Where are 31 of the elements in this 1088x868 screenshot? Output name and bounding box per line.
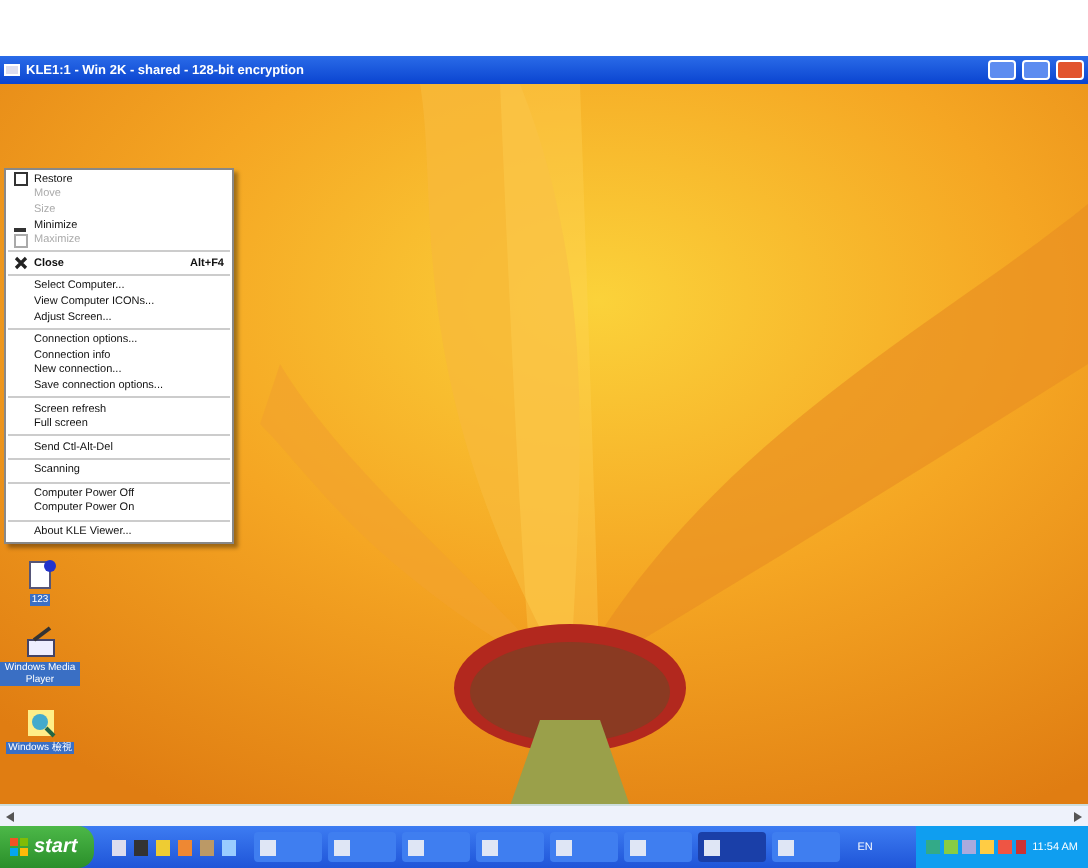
tray-icons-drawing: [926, 838, 1027, 856]
taskbar-button[interactable]: [401, 832, 470, 862]
desktop-icon[interactable]: [23, 626, 57, 660]
window-icon: [481, 839, 498, 855]
scroll-right-icon[interactable]: [1074, 811, 1082, 821]
window-icon: [407, 839, 424, 855]
horizontal-scrollbar[interactable]: [0, 804, 1088, 826]
window-icon: [4, 62, 20, 78]
maximize-icon: [14, 233, 28, 248]
windows-logo-icon: [10, 838, 28, 856]
minimize-button[interactable]: [988, 60, 1016, 80]
window-icon: [629, 839, 646, 855]
desktop-icon[interactable]: [23, 558, 57, 592]
desktop-icon[interactable]: [23, 706, 57, 740]
window-icon: [703, 839, 720, 855]
taskbar-button[interactable]: [623, 832, 692, 862]
taskbar-button[interactable]: [549, 832, 618, 862]
window-icon: [777, 839, 794, 855]
window-icon: [259, 839, 276, 855]
scroll-left-icon[interactable]: [6, 811, 14, 821]
maximize-button[interactable]: [1022, 60, 1050, 80]
window-icon: [555, 839, 572, 855]
taskbar-button[interactable]: [697, 832, 766, 862]
close-button[interactable]: [1056, 60, 1084, 80]
taskbar-button[interactable]: [475, 832, 544, 862]
taskbar-button[interactable]: [253, 832, 322, 862]
window-icon: [333, 839, 350, 855]
close-icon: [14, 256, 28, 271]
restore-icon: [14, 172, 28, 187]
taskbar-button[interactable]: [327, 832, 396, 862]
taskbar-button[interactable]: [771, 832, 840, 862]
